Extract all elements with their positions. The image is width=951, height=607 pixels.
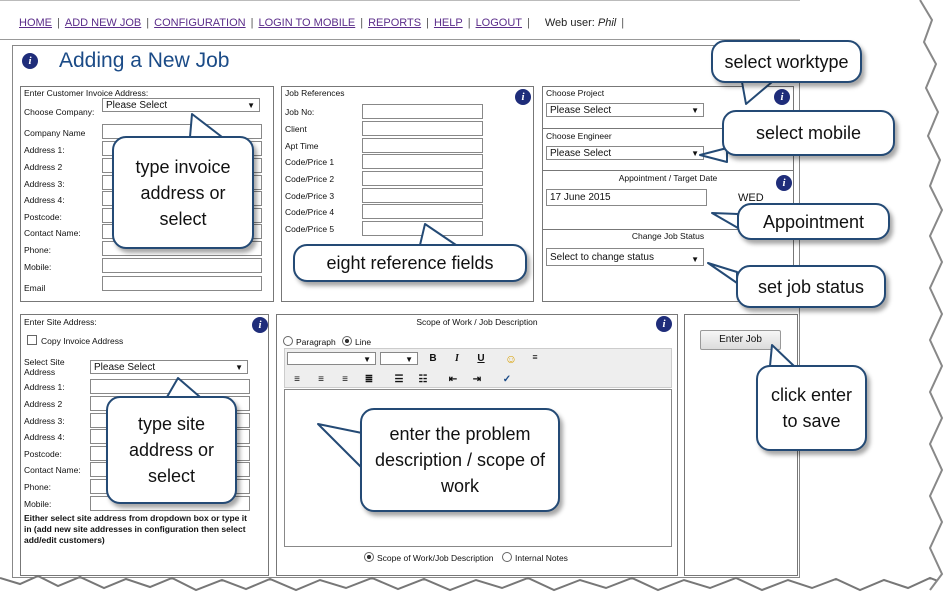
torn-paper-edge [0,0,951,607]
